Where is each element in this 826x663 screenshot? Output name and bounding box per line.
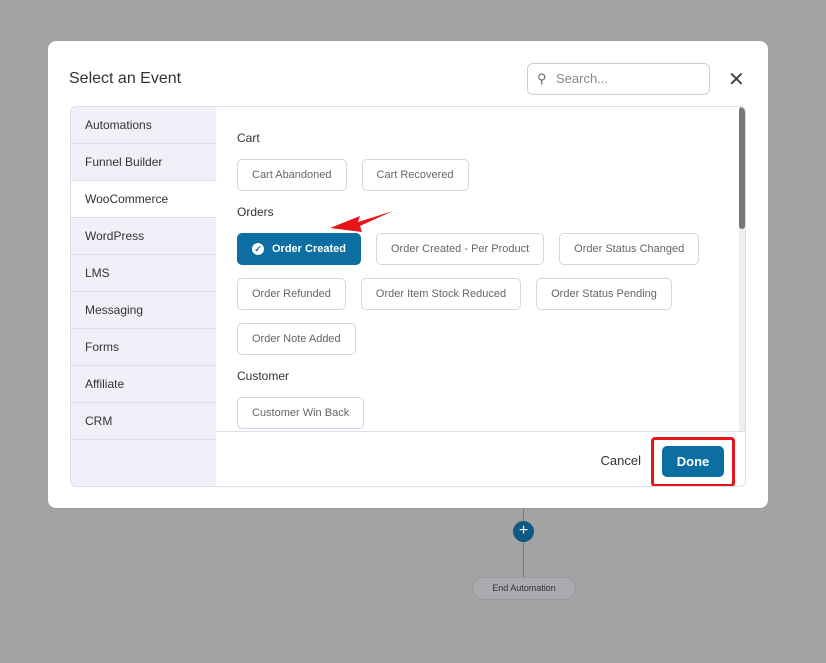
event-list: Cart Cart Abandoned Cart Recovered Order… xyxy=(216,107,745,431)
event-order-status-changed[interactable]: Order Status Changed xyxy=(559,233,700,265)
event-order-status-pending[interactable]: Order Status Pending xyxy=(536,278,672,310)
sidebar-item-lms[interactable]: LMS xyxy=(71,255,216,292)
sidebar-item-funnel-builder[interactable]: Funnel Builder xyxy=(71,144,216,181)
sidebar-item-wordpress[interactable]: WordPress xyxy=(71,218,216,255)
done-button[interactable]: Done xyxy=(662,446,724,477)
sidebar-item-messaging[interactable]: Messaging xyxy=(71,292,216,329)
scrollbar-thumb[interactable] xyxy=(739,107,745,229)
select-event-modal: Select an Event ⚲ Search... ✕ Automations… xyxy=(48,41,768,508)
event-order-note-added[interactable]: Order Note Added xyxy=(237,323,356,355)
event-cart-abandoned[interactable]: Cart Abandoned xyxy=(237,159,347,191)
modal-title: Select an Event xyxy=(69,70,182,87)
check-icon: ✓ xyxy=(252,243,264,255)
end-automation-node[interactable]: End Automation xyxy=(472,577,576,600)
red-arrow-icon xyxy=(330,211,393,232)
cancel-button[interactable]: Cancel xyxy=(601,453,641,468)
sidebar-item-forms[interactable]: Forms xyxy=(71,329,216,366)
connector-line xyxy=(523,542,524,577)
sidebar-item-crm[interactable]: CRM xyxy=(71,403,216,440)
add-step-button[interactable]: + xyxy=(513,521,534,542)
scrollbar[interactable] xyxy=(739,107,745,431)
search-input[interactable]: ⚲ Search... xyxy=(527,63,710,95)
event-order-created[interactable]: ✓ Order Created xyxy=(237,233,361,265)
sidebar-item-automations[interactable]: Automations xyxy=(71,107,216,144)
event-order-refunded[interactable]: Order Refunded xyxy=(237,278,346,310)
event-cart-recovered[interactable]: Cart Recovered xyxy=(361,159,469,191)
connector-line xyxy=(523,508,524,521)
event-customer-win-back[interactable]: Customer Win Back xyxy=(237,397,365,429)
section-title-customer: Customer xyxy=(237,369,290,383)
sidebar-item-woocommerce[interactable]: WooCommerce xyxy=(71,181,216,218)
event-order-created-per-product[interactable]: Order Created - Per Product xyxy=(375,233,545,265)
event-order-item-stock-reduced[interactable]: Order Item Stock Reduced xyxy=(360,278,522,310)
section-title-cart: Cart xyxy=(237,131,260,145)
event-panel: Automations Funnel Builder WooCommerce W… xyxy=(70,106,746,487)
category-sidebar: Automations Funnel Builder WooCommerce W… xyxy=(71,107,216,486)
close-icon[interactable]: ✕ xyxy=(728,67,745,92)
section-title-orders: Orders xyxy=(237,205,274,219)
search-icon: ⚲ xyxy=(537,71,547,86)
modal-footer: Cancel Done xyxy=(216,431,745,486)
sidebar-item-affiliate[interactable]: Affiliate xyxy=(71,366,216,403)
